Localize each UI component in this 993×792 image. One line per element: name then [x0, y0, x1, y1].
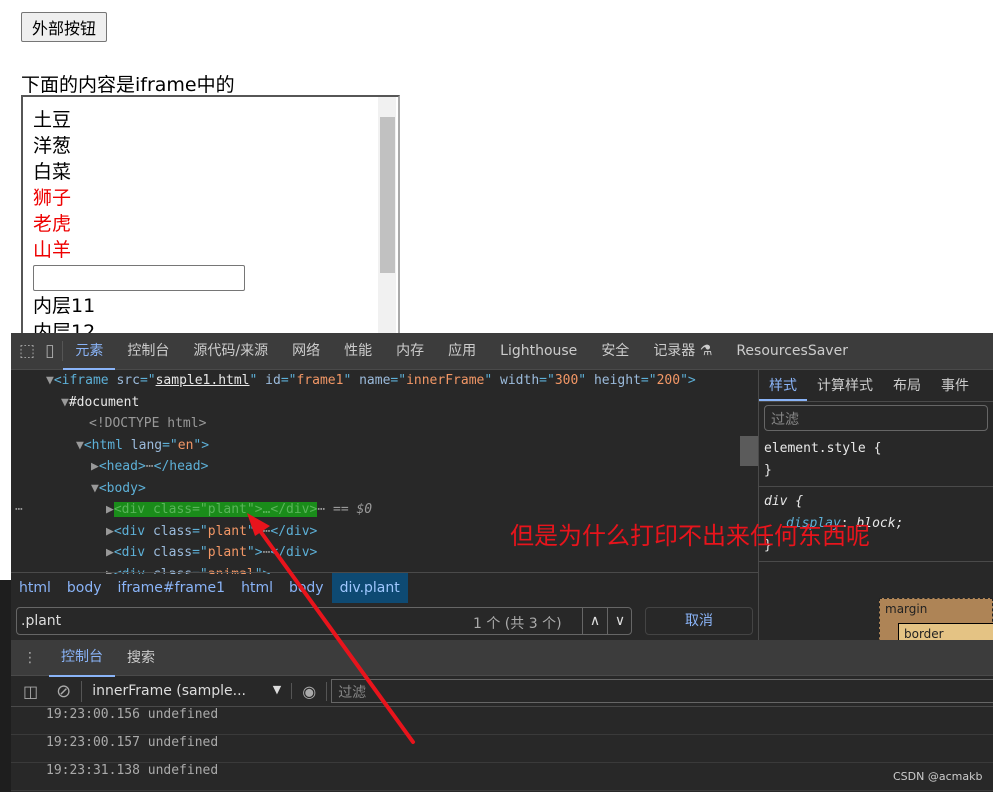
watermark: CSDN @acmakb: [893, 770, 983, 783]
annotation-arrow: [247, 513, 415, 744]
annotation-text: 但是为什么打印不出来任何东西呢: [510, 522, 870, 550]
